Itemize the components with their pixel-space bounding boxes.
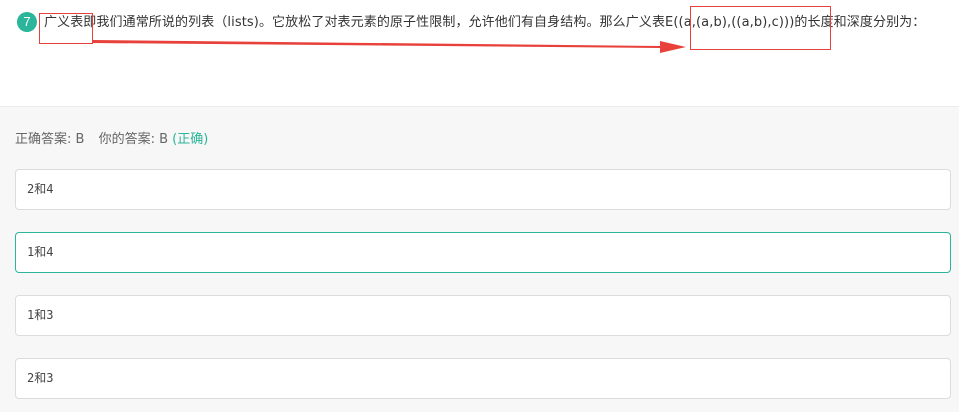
answer-status: (正确) xyxy=(172,132,209,147)
annotation-arrow-icon xyxy=(92,40,686,53)
correct-answer-label: 正确答案: B xyxy=(15,132,85,147)
option-b[interactable]: 1和4 xyxy=(15,232,951,273)
answer-summary: 正确答案: B 你的答案: B (正确) xyxy=(15,128,208,147)
option-a[interactable]: 2和4 xyxy=(15,169,951,210)
option-d[interactable]: 2和3 xyxy=(15,358,951,399)
your-answer-label: 你的答案: B xyxy=(98,132,169,147)
option-c[interactable]: 1和3 xyxy=(15,295,951,336)
question-panel: 7 广义表即我们通常所说的列表（lists)。它放松了对表元素的原子性限制，允许… xyxy=(0,0,959,107)
